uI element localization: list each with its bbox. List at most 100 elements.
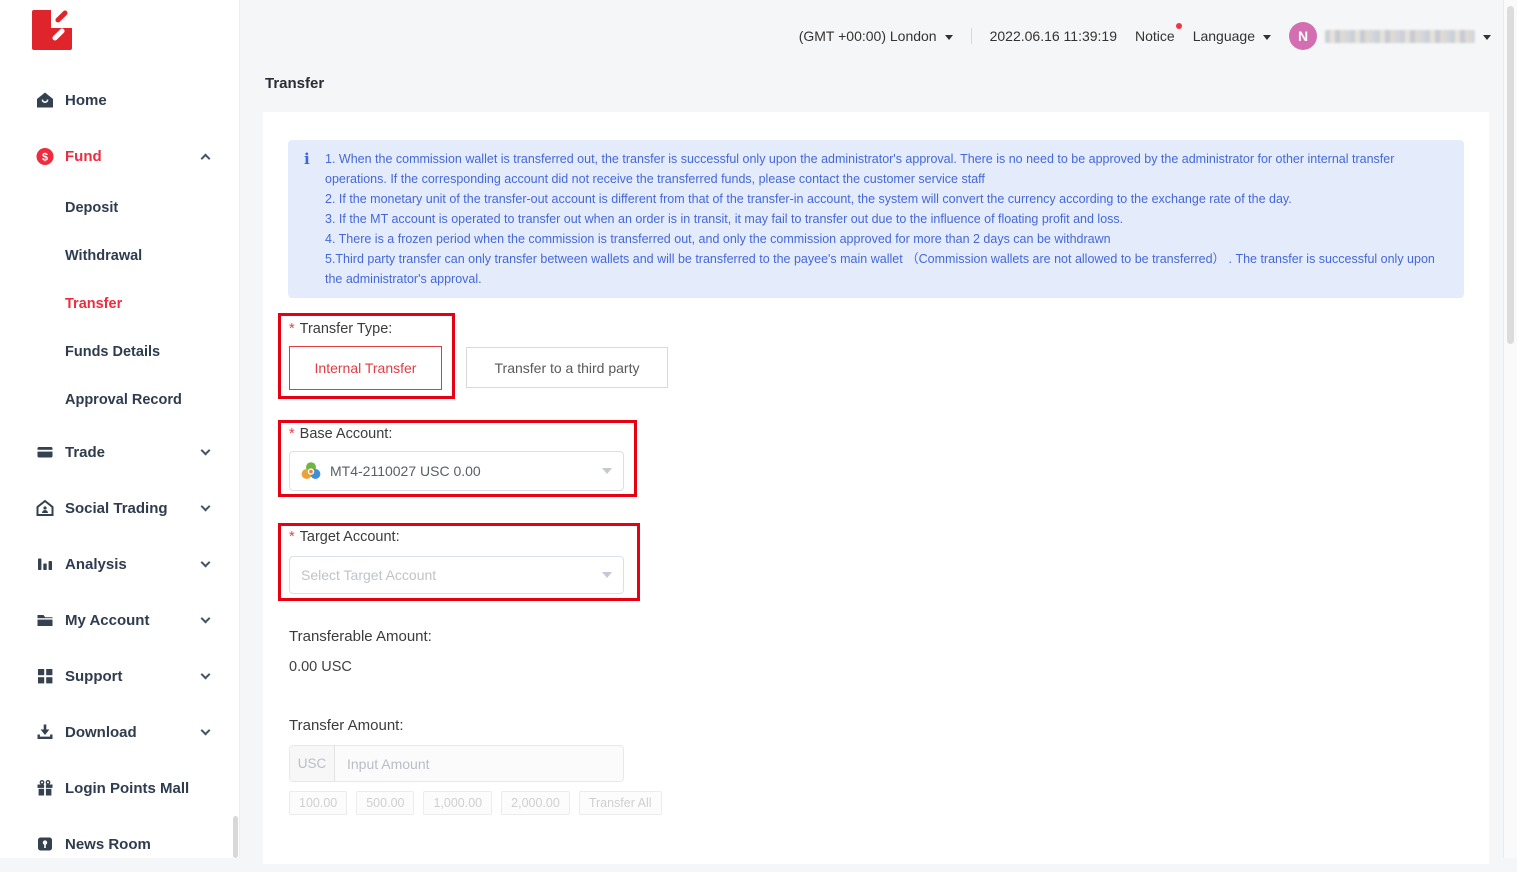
sidebar-item-approval-record[interactable]: Approval Record <box>0 376 239 424</box>
sidebar-item-label: Trade <box>65 444 202 461</box>
notification-dot <box>1176 23 1182 29</box>
notice-text: 1. When the commission wallet is transfe… <box>325 149 1446 289</box>
sidebar-item-fund[interactable]: $ Fund <box>0 128 239 184</box>
quick-amount-button[interactable]: 500.00 <box>356 791 414 815</box>
timezone-label: (GMT +00:00) London <box>799 28 937 44</box>
notice-box: i 1. When the commission wallet is trans… <box>288 140 1464 298</box>
sidebar-item-label: Login Points Mall <box>65 780 209 797</box>
language-selector[interactable]: Language <box>1193 28 1271 44</box>
sidebar-item-trade[interactable]: Trade <box>0 424 239 480</box>
quick-amount-row: 100.00 500.00 1,000.00 2,000.00 Transfer… <box>289 791 662 815</box>
transfer-amount-label: Transfer Amount: <box>289 717 404 734</box>
sidebar-nav: Home $ Fund Deposit Withdrawal Transfer … <box>0 72 239 872</box>
target-account-label: *Target Account: <box>289 529 400 545</box>
sidebar-item-label: Withdrawal <box>65 248 209 264</box>
transfer-type-label: *Transfer Type: <box>289 321 392 337</box>
notice-line: 3. If the MT account is operated to tran… <box>325 209 1446 229</box>
sidebar: Home $ Fund Deposit Withdrawal Transfer … <box>0 0 240 858</box>
chevron-down-icon <box>201 501 211 511</box>
sidebar-item-label: Support <box>65 668 202 685</box>
sidebar-item-funds-details[interactable]: Funds Details <box>0 328 239 376</box>
divider <box>971 28 972 44</box>
notice-line: 4. There is a frozen period when the com… <box>325 229 1446 249</box>
sidebar-item-home[interactable]: Home <box>0 72 239 128</box>
sidebar-item-label: Deposit <box>65 200 209 216</box>
transfer-all-button[interactable]: Transfer All <box>579 791 662 815</box>
fund-dollar-icon: $ <box>36 147 54 165</box>
base-account-value: MT4-2110027 USC 0.00 <box>330 463 481 479</box>
base-account-select[interactable]: MT4-2110027 USC 0.00 <box>289 451 624 491</box>
language-label: Language <box>1193 28 1255 44</box>
sidebar-item-download[interactable]: Download <box>0 704 239 760</box>
analysis-bars-icon <box>36 555 54 573</box>
base-account-label: *Base Account: <box>289 426 392 442</box>
sidebar-item-news-room[interactable]: News Room <box>0 816 239 872</box>
sidebar-item-label: My Account <box>65 612 202 629</box>
sidebar-scrollbar-thumb[interactable] <box>233 816 238 858</box>
quick-amount-button[interactable]: 100.00 <box>289 791 347 815</box>
transferable-amount-label: Transferable Amount: <box>289 628 432 645</box>
sidebar-item-label: Download <box>65 724 202 741</box>
notice-line: 2. If the monetary unit of the transfer-… <box>325 189 1446 209</box>
chevron-down-icon <box>1483 35 1491 40</box>
logo-slash-icon <box>51 27 65 41</box>
notice-link[interactable]: Notice <box>1135 28 1175 44</box>
download-icon <box>36 723 54 741</box>
transferable-amount-value: 0.00 USC <box>289 659 352 675</box>
chevron-down-icon <box>201 725 211 735</box>
timezone-selector[interactable]: (GMT +00:00) London <box>799 28 953 44</box>
chevron-down-icon <box>201 613 211 623</box>
info-icon: i <box>304 149 325 289</box>
page-scrollbar[interactable] <box>1503 0 1517 858</box>
sidebar-item-label: Analysis <box>65 556 202 573</box>
sidebar-item-analysis[interactable]: Analysis <box>0 536 239 592</box>
quick-amount-button[interactable]: 1,000.00 <box>423 791 492 815</box>
transfer-card: i 1. When the commission wallet is trans… <box>263 112 1489 864</box>
sidebar-item-social-trading[interactable]: Social Trading <box>0 480 239 536</box>
brand-logo[interactable] <box>32 10 72 50</box>
chevron-down-icon <box>1263 35 1271 40</box>
third-party-transfer-button[interactable]: Transfer to a third party <box>466 347 668 388</box>
sidebar-item-label: Social Trading <box>65 500 202 517</box>
sidebar-item-label: Transfer <box>65 296 209 312</box>
sidebar-item-support[interactable]: Support <box>0 648 239 704</box>
chevron-down-icon <box>602 468 612 474</box>
sidebar-item-my-account[interactable]: My Account <box>0 592 239 648</box>
topbar: (GMT +00:00) London 2022.06.16 11:39:19 … <box>240 0 1503 72</box>
transfer-amount-group: USC <box>289 745 624 782</box>
quick-amount-button[interactable]: 2,000.00 <box>501 791 570 815</box>
transfer-amount-input[interactable] <box>335 746 623 781</box>
folder-icon <box>36 611 54 629</box>
trade-icon <box>36 443 54 461</box>
datetime-label: 2022.06.16 11:39:19 <box>990 28 1117 44</box>
sidebar-item-label: News Room <box>65 836 209 853</box>
notice-line: 5.Third party transfer can only transfer… <box>325 249 1446 289</box>
sidebar-item-label: Funds Details <box>65 344 209 360</box>
user-name-redacted <box>1325 30 1475 43</box>
mt4-account-icon <box>301 461 321 481</box>
sidebar-item-login-points-mall[interactable]: Login Points Mall <box>0 760 239 816</box>
required-mark: * <box>289 321 295 337</box>
required-mark: * <box>289 426 295 442</box>
sidebar-item-transfer[interactable]: Transfer <box>0 280 239 328</box>
required-mark: * <box>289 529 295 545</box>
social-trading-icon <box>36 499 54 517</box>
chevron-down-icon <box>201 669 211 679</box>
sidebar-item-label: Approval Record <box>65 392 209 408</box>
notice-line: 1. When the commission wallet is transfe… <box>325 149 1446 189</box>
internal-transfer-button[interactable]: Internal Transfer <box>289 346 442 390</box>
home-icon <box>36 91 54 109</box>
sidebar-item-label: Fund <box>65 148 202 165</box>
sidebar-item-label: Home <box>65 92 209 109</box>
target-account-placeholder: Select Target Account <box>301 567 436 583</box>
chevron-down-icon <box>602 572 612 578</box>
sidebar-item-deposit[interactable]: Deposit <box>0 184 239 232</box>
avatar: N <box>1289 22 1317 50</box>
chevron-down-icon <box>945 35 953 40</box>
sidebar-item-withdrawal[interactable]: Withdrawal <box>0 232 239 280</box>
page-scrollbar-thumb[interactable] <box>1507 6 1514 344</box>
gift-icon <box>36 779 54 797</box>
chevron-down-icon <box>201 445 211 455</box>
target-account-select[interactable]: Select Target Account <box>289 556 624 594</box>
user-menu[interactable]: N <box>1289 22 1491 50</box>
